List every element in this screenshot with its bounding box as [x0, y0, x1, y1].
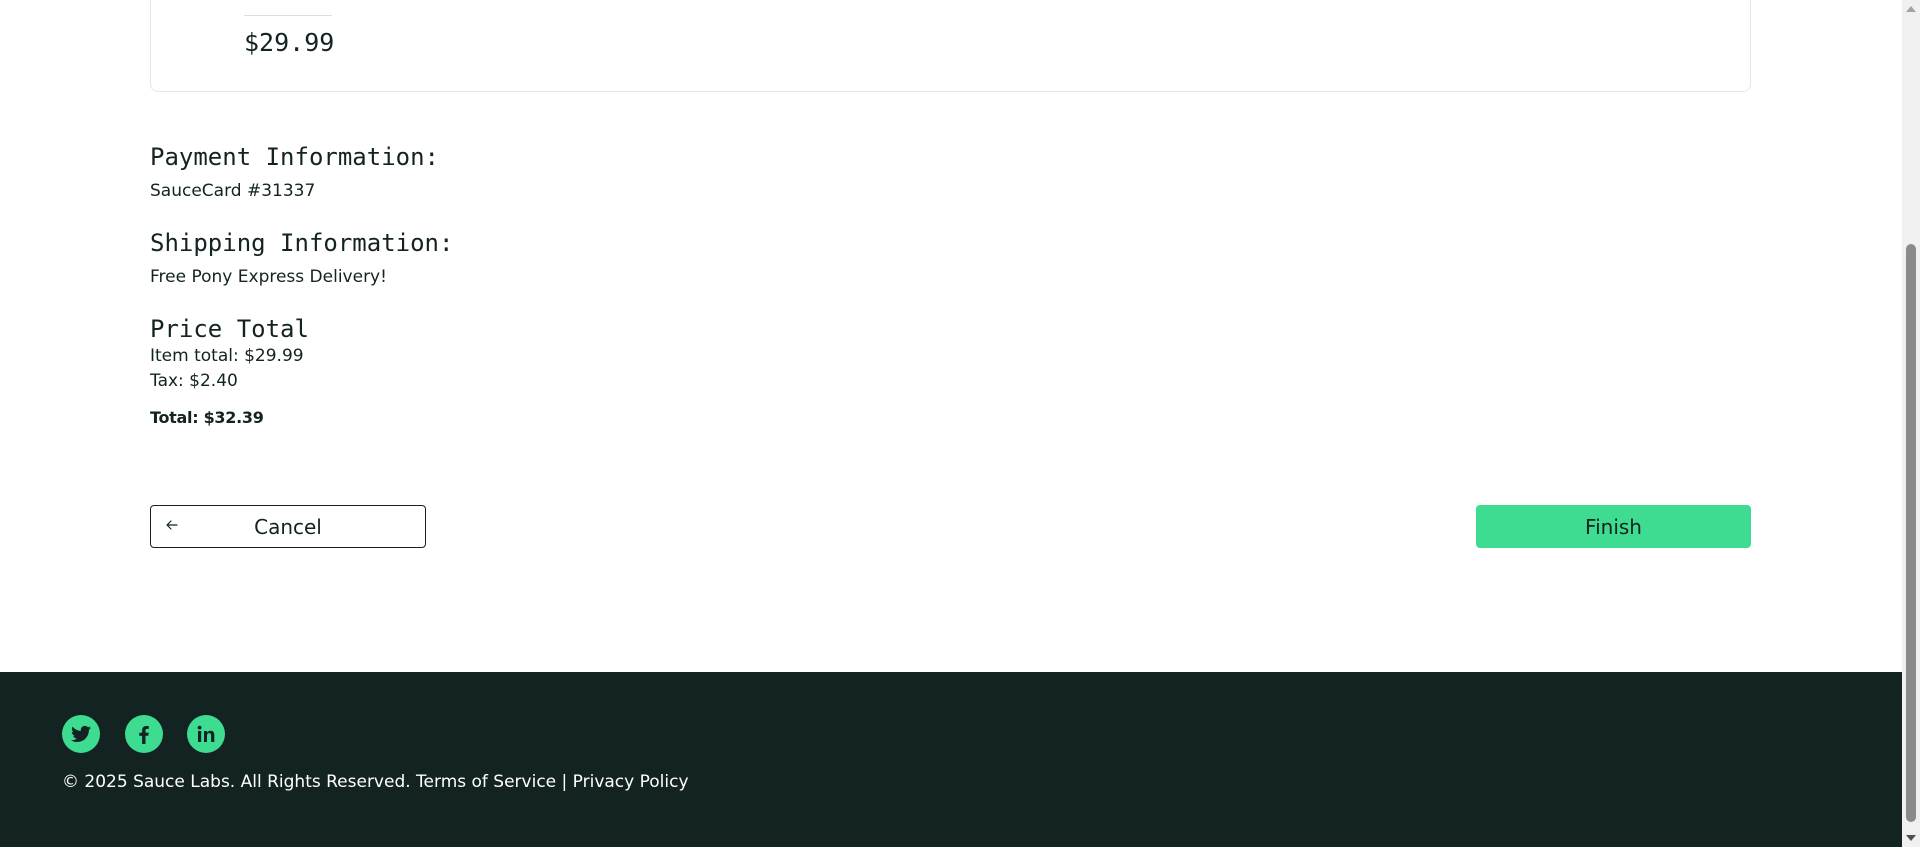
cart-item-card: $29.99	[150, 0, 1751, 92]
item-price: $29.99	[244, 28, 335, 57]
checkout-summary-container: $29.99 Payment Information: SauceCard #3…	[0, 0, 1902, 672]
checkout-overview-page: $29.99 Payment Information: SauceCard #3…	[0, 0, 1902, 847]
scroll-thumb[interactable]	[1906, 244, 1916, 822]
twitter-icon[interactable]	[62, 715, 100, 753]
finish-button-label: Finish	[1585, 514, 1642, 539]
finish-button[interactable]: Finish	[1476, 505, 1751, 548]
tax-value: Tax: $2.40	[150, 371, 238, 391]
scroll-down-arrow-icon[interactable]	[1906, 835, 1916, 841]
footer-copyright: © 2025 Sauce Labs. All Rights Reserved. …	[62, 772, 689, 792]
item-subtotal: Item total: $29.99	[150, 346, 304, 366]
arrow-left-icon	[165, 516, 179, 538]
payment-info-label: Payment Information:	[150, 143, 439, 171]
total-value: Total: $32.39	[150, 408, 264, 427]
shipping-info-value: Free Pony Express Delivery!	[150, 267, 387, 287]
facebook-icon[interactable]	[125, 715, 163, 753]
price-total-label: Price Total	[150, 315, 309, 343]
cancel-button-label: Cancel	[254, 514, 322, 539]
scroll-up-arrow-icon[interactable]	[1906, 6, 1916, 12]
shipping-info-label: Shipping Information:	[150, 229, 454, 257]
footer: © 2025 Sauce Labs. All Rights Reserved. …	[0, 672, 1902, 847]
payment-info-value: SauceCard #31337	[150, 181, 316, 201]
cancel-button[interactable]: Cancel	[150, 505, 426, 548]
item-divider	[244, 15, 332, 16]
linkedin-icon[interactable]	[187, 715, 225, 753]
vertical-scrollbar[interactable]	[1902, 0, 1920, 847]
